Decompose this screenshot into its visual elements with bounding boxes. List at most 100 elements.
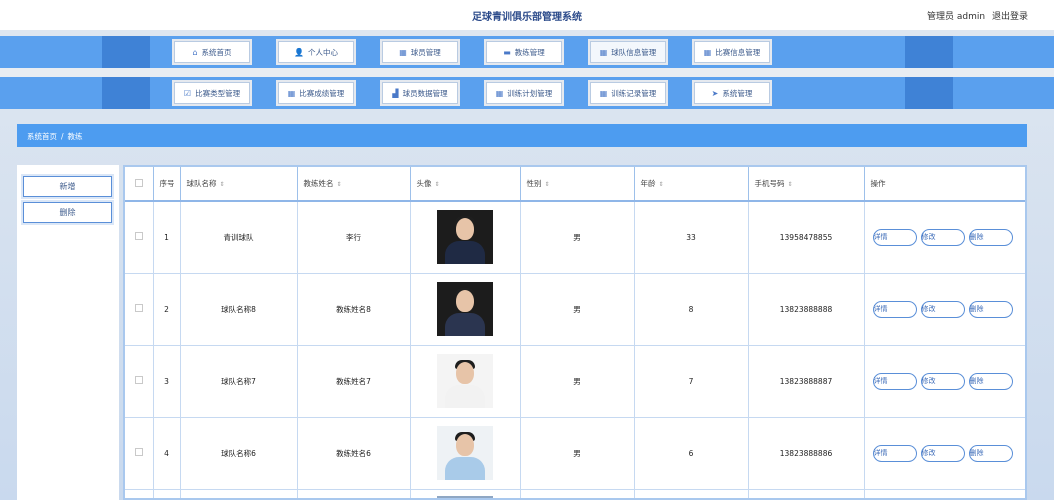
grid-icon: ▦ [599,88,608,98]
row-select-cell [125,417,154,490]
cell-coach: 教练姓名6 [297,417,411,490]
nav-item-2[interactable]: 👤 个人中心 [276,39,356,65]
sort-icon[interactable]: ⇕ [337,181,342,188]
sort-icon[interactable]: ⇕ [435,181,440,188]
breadcrumb-home[interactable]: 系统首页 [27,132,57,141]
nav-item-6[interactable]: ▦ 比赛信息管理 [692,39,772,65]
cell-actions: 详情 修改 删除 [864,417,1025,490]
header-age[interactable]: 年龄 ⇕ [634,167,749,202]
add-button[interactable]: 新增 [23,176,112,197]
header-team[interactable]: 球队名称 ⇕ [180,167,298,202]
delete-button[interactable]: 删除 [968,228,1013,246]
nav-item-label: 比赛信息管理 [715,47,761,57]
row-checkbox[interactable] [134,376,143,384]
cell-index: 2 [153,273,181,346]
nav-item-5[interactable]: ▦ 训练记录管理 [588,80,668,106]
avatar [437,426,493,480]
detail-button[interactable]: 详情 [872,444,917,462]
batch-delete-button[interactable]: 删除 [23,202,112,223]
row-select-cell [125,273,154,346]
row-select-cell [125,201,154,274]
nav-item-6[interactable]: ➤ 系统管理 [692,80,772,106]
nav-item-label: 球队信息管理 [611,47,657,57]
nav-item-label: 训练记录管理 [611,88,657,98]
cell-avatar [410,417,521,490]
avatar [437,354,493,408]
side-action-panel: 新增 删除 [17,165,119,500]
edit-button[interactable]: 修改 [920,300,965,318]
grid-icon: ▦ [703,47,712,57]
coach-table: 序号 球队名称 ⇕ 教练姓名 ⇕ 头像 ⇕ 性别 ⇕ 年龄 ⇕ 手机号码 ⇕ 操作 1 青训球… [123,165,1027,500]
row-checkbox[interactable] [134,304,143,312]
logout-link[interactable]: 退出登录 [992,12,1028,22]
sort-icon[interactable]: ⇕ [545,181,550,188]
nav-item-1[interactable]: ⌂ 系统首页 [172,39,252,65]
table-row: 4 球队名称6 教练姓名6 男 6 13823888886 详情 修改 删除 [125,417,1025,490]
nav-item-label: 比赛类型管理 [195,88,241,98]
cell-team: 球队名称8 [180,273,298,346]
edit-button[interactable]: 修改 [920,444,965,462]
select-all-checkbox[interactable] [134,178,143,187]
header-avatar[interactable]: 头像 ⇕ [410,167,521,202]
cell-coach: 教练姓名7 [297,345,411,418]
edit-button[interactable]: 修改 [920,372,965,390]
detail-button[interactable]: 详情 [872,228,917,246]
nav-item-label: 比赛成绩管理 [299,88,345,98]
nav-item-4[interactable]: ▬ 教练管理 [484,39,564,65]
cell-gender: 男 [520,417,635,490]
grid-icon: ▦ [399,47,407,57]
cell-gender: 男 [520,345,635,418]
sort-icon[interactable]: ⇕ [788,181,793,188]
detail-button[interactable]: 详情 [872,372,917,390]
nav-item-3[interactable]: ▟ 球员数据管理 [380,80,460,106]
edit-button[interactable]: 修改 [920,228,965,246]
cell-age: 7 [634,345,749,418]
detail-button[interactable]: 详情 [872,300,917,318]
delete-button[interactable]: 删除 [968,372,1013,390]
sort-icon[interactable]: ⇕ [659,181,664,188]
cell-gender: 男 [520,201,635,274]
cell-actions: 详情 修改 删除 [864,273,1025,346]
row-checkbox[interactable] [134,448,143,456]
header-actions: 操作 [864,167,1025,202]
nav-divider [0,68,1054,77]
cell-phone: 13823888887 [748,345,865,418]
cell-team: 青训球队 [180,201,298,274]
cell-gender: 男 [520,273,635,346]
send-icon: ➤ [711,88,719,98]
user-icon: 👤 [294,47,304,57]
cell-phone: 13823888888 [748,273,865,346]
cell-avatar [410,273,521,346]
cell-phone: 13958478855 [748,201,865,274]
checkbox-icon: ☑ [183,88,192,98]
nav-item-4[interactable]: ▦ 训练计划管理 [484,80,564,106]
cell-index: 1 [153,201,181,274]
sort-icon[interactable]: ⇕ [220,181,225,188]
delete-button[interactable]: 删除 [968,300,1013,318]
home-icon: ⌂ [192,47,198,57]
nav-item-label: 球员管理 [410,47,441,57]
cell-actions: 详情 修改 删除 [864,201,1025,274]
nav-item-2[interactable]: ▦ 比赛成绩管理 [276,80,356,106]
cell-team: 球队名称7 [180,345,298,418]
title-bar: 足球青训俱乐部管理系统 管理员 admin 退出登录 [0,0,1054,30]
header-gender[interactable]: 性别 ⇕ [520,167,635,202]
delete-button[interactable]: 删除 [968,444,1013,462]
header-index: 序号 [153,167,181,202]
cell-coach: 李行 [297,201,411,274]
grid-icon: ▦ [287,88,296,98]
nav-item-label: 训练计划管理 [507,88,553,98]
header-phone[interactable]: 手机号码 ⇕ [748,167,865,202]
nav-row-1: ⌂ 系统首页 👤 个人中心 ▦ 球员管理 ▬ 教练管理 ▦ 球队信息管理 ▦ 比赛信息管理 [0,36,1054,68]
avatar [437,495,493,498]
nav-item-1[interactable]: ☑ 比赛类型管理 [172,80,252,106]
cell-avatar [410,345,521,418]
cell-index: 3 [153,345,181,418]
nav-item-label: 教练管理 [514,47,545,57]
cell-age: 6 [634,417,749,490]
nav-item-3[interactable]: ▦ 球员管理 [380,39,460,65]
nav-item-5[interactable]: ▦ 球队信息管理 [588,39,668,65]
row-checkbox[interactable] [134,232,143,241]
header-coach[interactable]: 教练姓名 ⇕ [297,167,411,202]
cell-age: 33 [634,201,749,274]
